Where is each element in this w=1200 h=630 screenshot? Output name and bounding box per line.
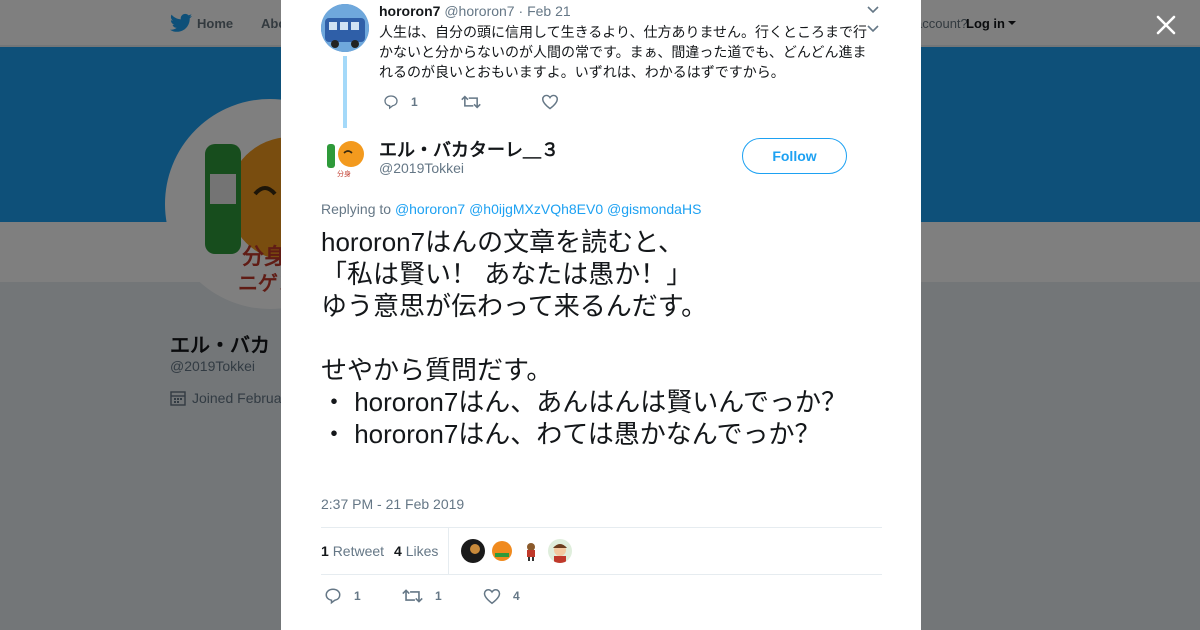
- mention-link[interactable]: @gismondaHS: [607, 201, 701, 217]
- tweet-text: hororon7はんの文章を読むと、 「私は賢い！ あなたは愚か！」 ゆう意思が…: [321, 227, 848, 449]
- liker-avatar[interactable]: [548, 539, 572, 563]
- parent-tweet-text: 人生は、自分の頭に信用して生きるより、仕方ありません。行くところまで行かないと分…: [379, 24, 868, 80]
- retweet-button[interactable]: 1: [402, 586, 442, 606]
- mention-link[interactable]: @h0ijgMXzVQh8EV0: [469, 201, 603, 217]
- reply-count: 1: [411, 95, 418, 109]
- close-icon[interactable]: [1153, 12, 1179, 38]
- retweet-icon: [402, 589, 423, 603]
- parent-tweet-actions: 1: [379, 92, 679, 112]
- parent-author-name[interactable]: hororon7: [379, 3, 440, 19]
- reply-icon: [384, 95, 398, 110]
- chevron-down-icon[interactable]: [867, 6, 879, 14]
- retweet-count: 1: [435, 589, 442, 603]
- stats-divider: [448, 528, 449, 574]
- likes-label: Likes: [405, 543, 439, 559]
- tweet-author: 分身 エル・バカターレ＿３ @2019Tokkei Follow: [321, 128, 881, 188]
- like-count: 4: [513, 589, 520, 603]
- heart-icon: [541, 94, 559, 110]
- replying-prefix: Replying to: [321, 201, 392, 217]
- heart-icon: [483, 588, 501, 604]
- liker-avatar[interactable]: [490, 539, 514, 563]
- svg-text:分身: 分身: [337, 169, 351, 178]
- reply-count: 1: [354, 589, 361, 603]
- avatar[interactable]: 分身: [321, 132, 369, 180]
- likes-stat[interactable]: 4 Likes: [394, 543, 438, 559]
- like-button[interactable]: 4: [483, 586, 520, 606]
- author-handle[interactable]: @2019Tokkei: [379, 160, 464, 176]
- tweet-actions: 1 1 4: [321, 586, 881, 606]
- follow-button[interactable]: Follow: [742, 138, 847, 174]
- retweet-stat[interactable]: 1 Retweet: [321, 543, 384, 559]
- retweet-button[interactable]: [461, 92, 481, 112]
- author-name[interactable]: エル・バカターレ＿３: [379, 136, 559, 162]
- liker-avatar[interactable]: [461, 539, 485, 563]
- retweet-count: 1: [321, 543, 329, 559]
- thread-connector: [343, 56, 347, 128]
- reply-button[interactable]: 1: [383, 92, 418, 112]
- reply-icon: [325, 588, 341, 605]
- avatar[interactable]: [321, 4, 369, 52]
- retweet-icon: [461, 95, 481, 109]
- liker-avatar[interactable]: [519, 539, 543, 563]
- parent-tweet-date[interactable]: Feb 21: [527, 3, 571, 19]
- chevron-down-icon[interactable]: [867, 25, 879, 33]
- replying-to: Replying to @hororon7 @h0ijgMXzVQh8EV0 @…: [321, 201, 701, 217]
- like-count: 4: [394, 543, 402, 559]
- tweet-timestamp[interactable]: 2:37 PM - 21 Feb 2019: [321, 496, 464, 512]
- like-button[interactable]: [541, 92, 559, 112]
- parent-tweet-header: hororon7 @hororon7 · Feb 21: [379, 3, 571, 19]
- reply-button[interactable]: 1: [324, 586, 361, 606]
- tweet-stats: 1 Retweet 4 Likes: [321, 527, 882, 575]
- separator-dot: ·: [518, 3, 524, 19]
- retweet-label: Retweet: [332, 543, 385, 559]
- tweet-modal: hororon7 @hororon7 · Feb 21 人生は、自分の頭に信用し…: [281, 0, 921, 630]
- mention-link[interactable]: @hororon7: [395, 201, 465, 217]
- parent-author-handle[interactable]: @hororon7: [444, 3, 514, 19]
